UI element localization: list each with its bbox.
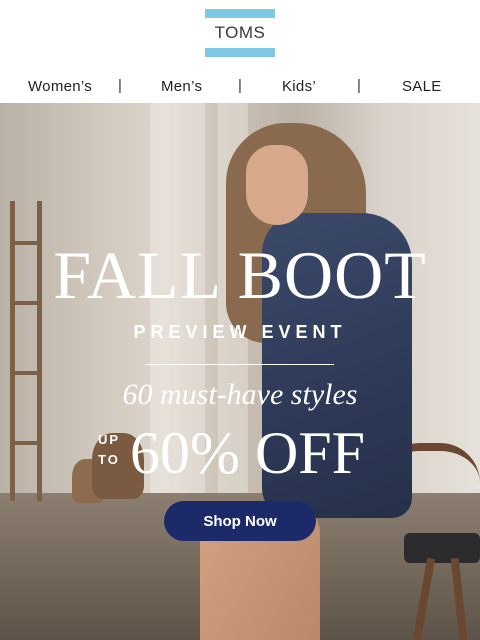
model-face — [246, 145, 308, 225]
nav-separator: | — [357, 77, 361, 94]
nav-separator: | — [118, 77, 122, 94]
shop-now-button[interactable]: Shop Now — [164, 501, 316, 541]
email-header: TOMS Women’s | Men’s | Kids’ | SALE — [0, 0, 480, 103]
ladder-rung — [15, 371, 37, 375]
logo-stripe-bottom — [205, 48, 275, 57]
category-nav: Women’s | Men’s | Kids’ | SALE — [0, 74, 480, 98]
offer-value: 60% OFF — [130, 420, 366, 486]
toms-logo[interactable]: TOMS — [205, 9, 275, 57]
hero-subheadline: PREVIEW EVENT — [133, 322, 347, 342]
hero-headline: FALL BOOT — [53, 237, 427, 313]
nav-link-kids[interactable]: Kids’ — [282, 78, 316, 95]
offer-prefix-to: TO — [98, 452, 120, 467]
chair-seat — [404, 533, 480, 563]
logo-stripe-top — [205, 9, 275, 18]
hero-divider — [146, 364, 334, 365]
offer-prefix: UP TO — [98, 430, 126, 470]
nav-link-sale[interactable]: SALE — [402, 78, 442, 95]
nav-link-men[interactable]: Men’s — [161, 78, 202, 95]
hero-banner[interactable]: FALL BOOT PREVIEW EVENT 60 must-have sty… — [0, 103, 480, 640]
nav-link-women[interactable]: Women’s — [28, 78, 92, 95]
offer-prefix-up: UP — [98, 432, 121, 447]
hero-tagline: 60 must-have styles — [122, 378, 358, 411]
logo-wordmark: TOMS — [214, 23, 266, 42]
nav-separator: | — [238, 77, 242, 94]
discount-offer: UP TO 60% OFF — [98, 421, 388, 485]
ladder-rung — [15, 441, 37, 445]
